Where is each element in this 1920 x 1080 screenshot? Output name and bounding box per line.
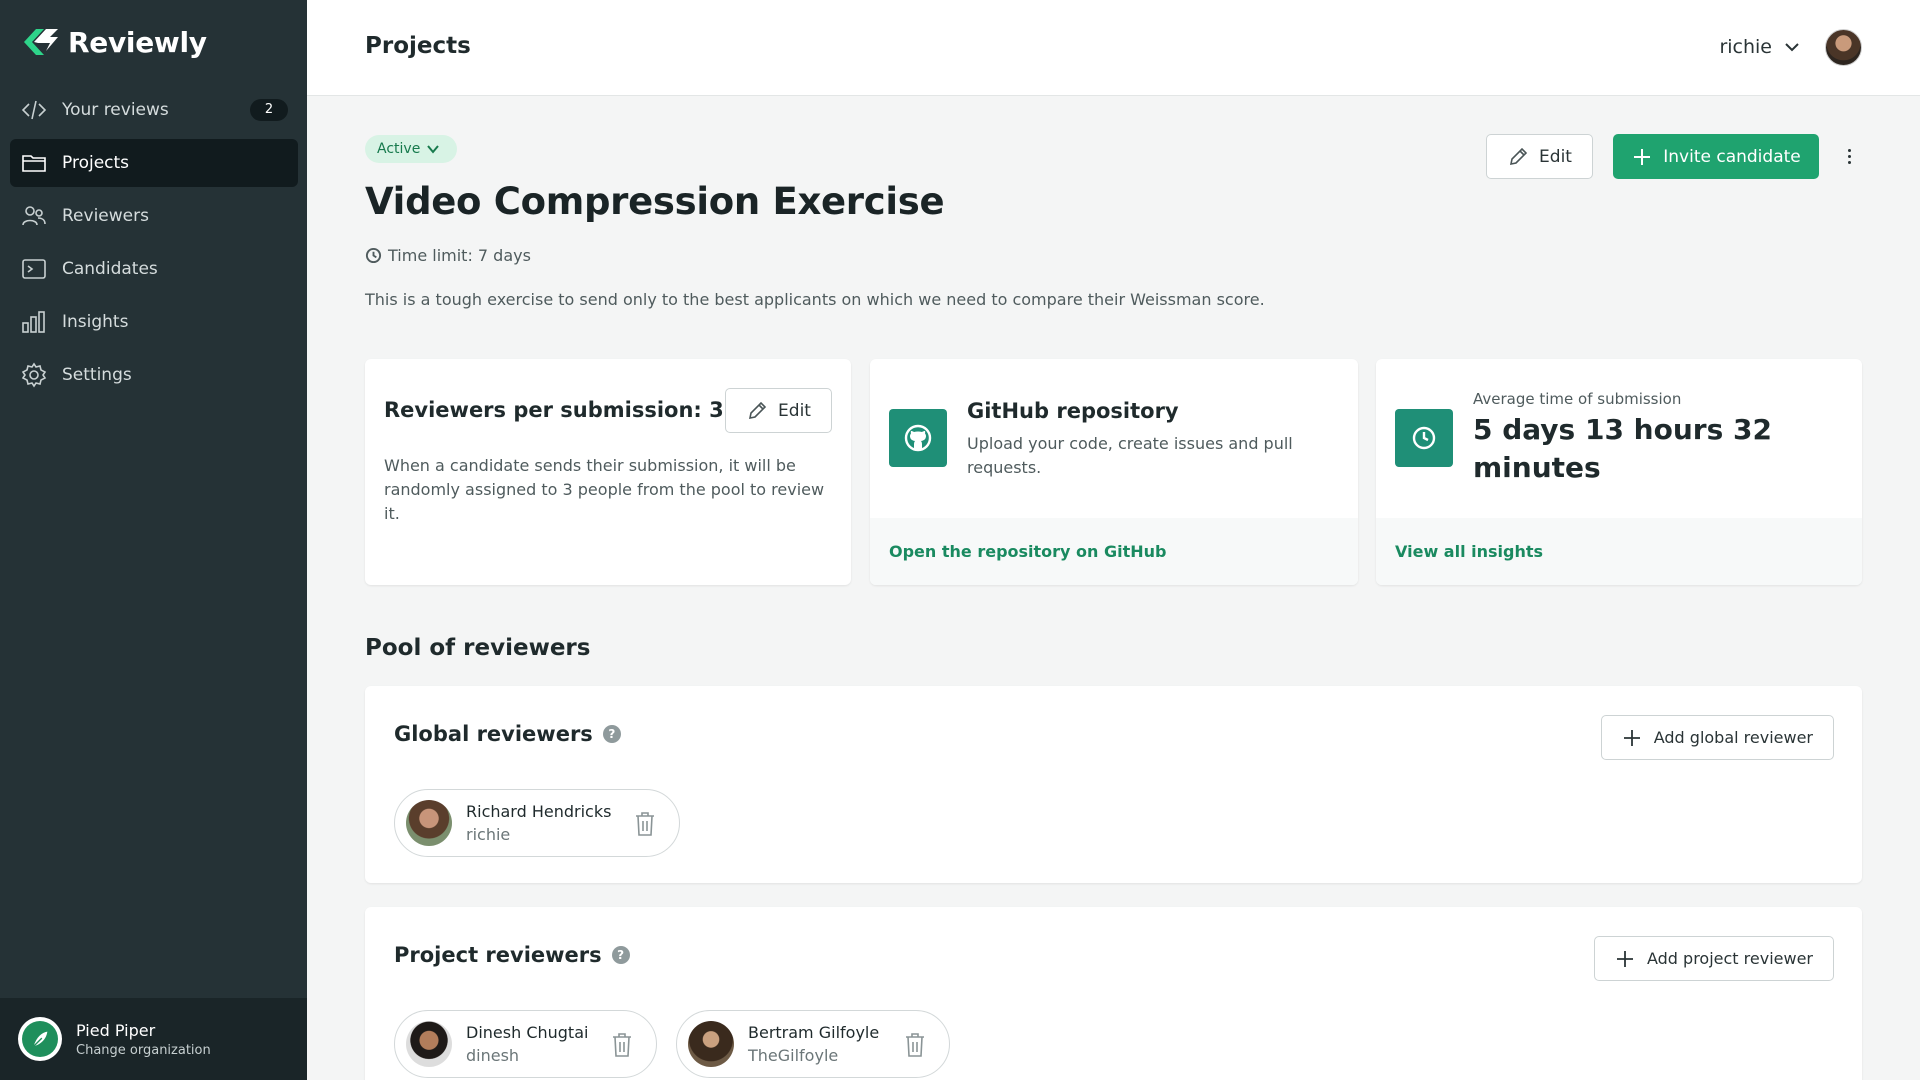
status-label: Active [377, 141, 421, 157]
sidebar-nav: Your reviews 2 Projects Reviewers Candid… [10, 86, 298, 404]
avatar [406, 1021, 452, 1067]
card-title: GitHub repository [967, 399, 1179, 423]
project-reviewers-panel: Project reviewers ? Add project reviewer… [365, 907, 1862, 1080]
reviewer-chip: Bertram Gilfoyle TheGilfoyle [676, 1010, 950, 1078]
invite-label: Invite candidate [1663, 146, 1801, 167]
card-description: When a candidate sends their submission,… [384, 456, 825, 523]
chevron-down-icon [1785, 43, 1799, 52]
sidebar-item-label: Settings [62, 365, 132, 385]
user-menu[interactable]: richie [1719, 36, 1802, 58]
sidebar-item-reviewers[interactable]: Reviewers [10, 192, 298, 240]
project-description: This is a tough exercise to send only to… [365, 290, 1265, 309]
app-logo[interactable]: Reviewly [20, 24, 207, 60]
reviewer-chip: Dinesh Chugtai dinesh [394, 1010, 657, 1078]
github-icon [889, 409, 947, 467]
avatar [406, 800, 452, 846]
time-limit: Time limit: 7 days [365, 246, 531, 265]
reviewer-name: Bertram Gilfoyle [748, 1023, 880, 1042]
sidebar-item-label: Reviewers [62, 206, 149, 226]
sidebar-item-settings[interactable]: Settings [10, 351, 298, 399]
average-submission-time-card: Average time of submission 5 days 13 hou… [1376, 359, 1862, 585]
code-icon [20, 96, 48, 124]
card-label: Average time of submission [1473, 390, 1682, 408]
app-name: Reviewly [68, 25, 207, 59]
edit-label: Edit [778, 400, 811, 421]
average-time-value: 5 days 13 hours 32 minutes [1473, 413, 1772, 484]
trash-icon[interactable] [903, 1031, 927, 1059]
avatar [688, 1021, 734, 1067]
user-avatar[interactable] [1825, 29, 1862, 66]
help-icon[interactable]: ? [611, 946, 630, 964]
page-title: Projects [365, 33, 471, 59]
reviewly-logo-icon [24, 29, 58, 55]
clock-icon [365, 247, 382, 264]
clock-icon [1395, 409, 1453, 467]
top-header: Projects richie [307, 0, 1920, 96]
pencil-icon [749, 401, 767, 419]
sidebar-item-candidates[interactable]: Candidates [10, 245, 298, 293]
plus-icon [1634, 148, 1651, 165]
github-repository-card: GitHub repository Upload your code, crea… [870, 359, 1358, 585]
panel-title: Project reviewers ? [394, 943, 630, 967]
global-reviewers-panel: Global reviewers ? Add global reviewer R… [365, 686, 1862, 883]
reviewer-name: Richard Hendricks [466, 802, 612, 821]
add-label: Add global reviewer [1653, 728, 1813, 747]
chevron-down-icon [427, 145, 440, 154]
reviewer-username: dinesh [466, 1046, 520, 1065]
project-status-dropdown[interactable]: Active [365, 135, 457, 163]
time-limit-text: Time limit: 7 days [388, 246, 531, 265]
reviewers-per-submission-card: Reviewers per submission: 3 Edit When a … [365, 359, 851, 585]
more-options-icon[interactable] [1837, 144, 1861, 168]
folder-icon [20, 149, 48, 177]
organization-switcher[interactable]: Pied Piper Change organization [0, 998, 307, 1080]
invite-candidate-button[interactable]: Invite candidate [1613, 134, 1819, 179]
bar-chart-icon [20, 308, 48, 336]
sidebar-item-label: Your reviews [62, 100, 169, 120]
organization-name: Pied Piper [76, 1020, 156, 1040]
edit-project-button[interactable]: Edit [1486, 134, 1593, 179]
sidebar-item-your-reviews[interactable]: Your reviews 2 [10, 86, 298, 134]
add-project-reviewer-button[interactable]: Add project reviewer [1593, 936, 1834, 981]
sidebar-item-label: Insights [62, 312, 129, 332]
sidebar-item-label: Candidates [62, 259, 158, 279]
trash-icon[interactable] [633, 810, 657, 838]
sidebar-item-label: Projects [62, 153, 130, 173]
card-description: Upload your code, create issues and pull… [967, 434, 1293, 477]
username: richie [1719, 36, 1772, 58]
edit-label: Edit [1539, 146, 1572, 167]
view-all-insights-link[interactable]: View all insights [1376, 518, 1862, 585]
open-repository-link[interactable]: Open the repository on GitHub [870, 518, 1358, 585]
reviewer-name: Dinesh Chugtai [466, 1023, 589, 1042]
trash-icon[interactable] [610, 1031, 634, 1059]
reviewer-username: richie [466, 825, 511, 844]
add-label: Add project reviewer [1646, 949, 1813, 968]
card-title: Reviewers per submission: 3 [384, 398, 724, 422]
global-reviewers-title: Global reviewers [394, 722, 593, 746]
gear-icon [20, 361, 48, 389]
panel-title: Global reviewers ? [394, 722, 621, 746]
project-title: Video Compression Exercise [365, 180, 945, 223]
reviewer-chip: Richard Hendricks richie [394, 789, 680, 857]
users-icon [20, 202, 48, 230]
sidebar-item-insights[interactable]: Insights [10, 298, 298, 346]
sidebar: Reviewly Your reviews 2 Projects Reviewe… [0, 0, 307, 1080]
pool-of-reviewers-heading: Pool of reviewers [365, 635, 591, 661]
edit-reviewers-count-button[interactable]: Edit [725, 388, 832, 433]
reviews-count-badge: 2 [250, 99, 288, 121]
pied-piper-logo-icon [18, 1017, 62, 1061]
terminal-icon [20, 255, 48, 283]
plus-icon [1616, 950, 1633, 967]
project-reviewers-title: Project reviewers [394, 943, 602, 967]
sidebar-item-projects[interactable]: Projects [10, 139, 298, 187]
change-organization-link[interactable]: Change organization [76, 1043, 211, 1058]
help-icon[interactable]: ? [602, 725, 621, 743]
add-global-reviewer-button[interactable]: Add global reviewer [1600, 715, 1834, 760]
pencil-icon [1510, 147, 1528, 165]
reviewer-username: TheGilfoyle [748, 1046, 839, 1065]
plus-icon [1623, 729, 1640, 746]
